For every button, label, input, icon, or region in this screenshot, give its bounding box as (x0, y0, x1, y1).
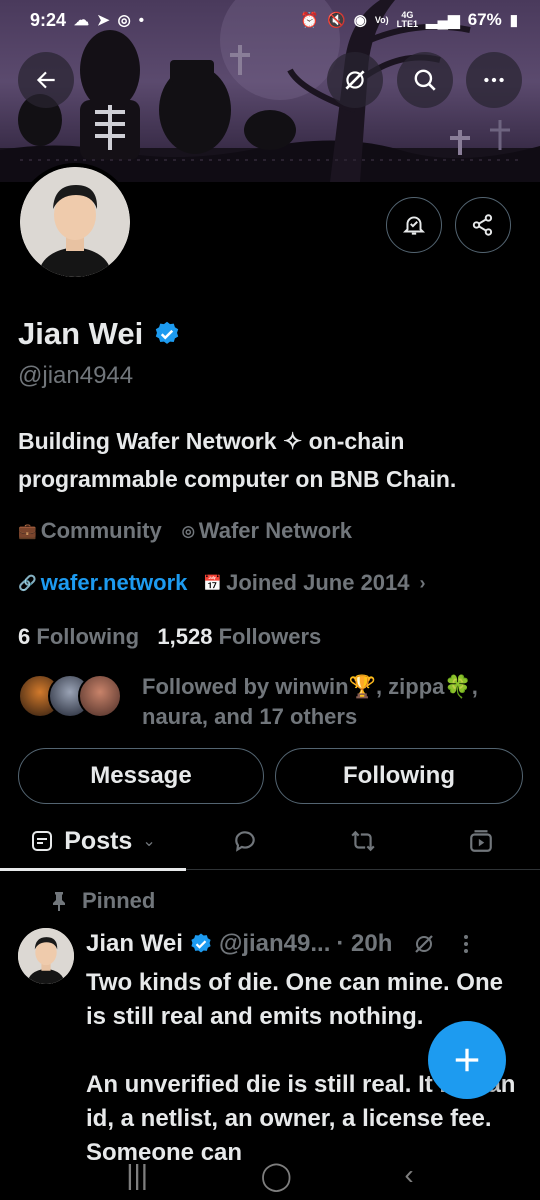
compose-post-button[interactable] (428, 1021, 506, 1099)
hotspot-icon: ◉ (353, 12, 367, 29)
profile-category: Community (40, 518, 162, 543)
back-button[interactable] (18, 52, 74, 108)
post-author-avatar[interactable] (18, 928, 74, 984)
network-sim: LTE1 (396, 19, 418, 29)
pinned-label: Pinned (82, 888, 156, 913)
more-button[interactable] (466, 52, 522, 108)
pinned-indicator: Pinned (50, 888, 155, 914)
profile-meta-row-1: 💼 Community ◎ Wafer Network (18, 518, 352, 544)
mute-icon: 🔇 (327, 12, 346, 29)
messenger-icon: ◎ (117, 12, 131, 29)
grok-button[interactable] (327, 52, 383, 108)
share-icon (472, 214, 493, 236)
system-nav-bar: ||| ◯ ‹ (0, 1150, 540, 1200)
calendar-icon: 📅 (203, 575, 223, 592)
profile-name-row: Jian Wei (18, 316, 181, 352)
search-icon (414, 69, 436, 91)
battery-level: 67% (467, 10, 502, 29)
cloud-icon: ☁ (74, 12, 90, 29)
message-button[interactable]: Message (18, 748, 264, 804)
signal-icon: ▂▄▆ (426, 12, 460, 29)
more-icon (484, 77, 504, 83)
following-count: 6 (18, 624, 31, 649)
tab-reposts[interactable] (318, 812, 408, 870)
repost-icon (351, 830, 375, 852)
verified-badge-icon (191, 933, 211, 953)
recent-apps-icon[interactable]: ||| (126, 1159, 148, 1191)
followed-by-avatars[interactable] (18, 674, 122, 718)
post-author-handle: @jian49... (218, 930, 331, 957)
profile-bio: Building Wafer Network ✧ on-chain progra… (18, 428, 457, 492)
profile-avatar[interactable] (16, 163, 134, 281)
profile-name: Jian Wei (18, 316, 144, 351)
alarm-icon: ⏰ (300, 12, 320, 29)
post-author-name[interactable]: Jian Wei (86, 930, 183, 958)
following-count-label: Following (36, 624, 140, 649)
tab-posts-label: Posts (64, 826, 133, 855)
profile-location: Wafer Network (198, 518, 352, 543)
plus-icon (455, 1048, 479, 1072)
following-button[interactable]: Following (275, 748, 523, 804)
follow-counts: 6 Following 1,528 Followers (18, 624, 321, 650)
profile-website[interactable]: wafer.network (41, 570, 188, 596)
post-time: · 20h (336, 930, 393, 957)
followed-by-text[interactable]: Followed by winwin🏆, zippa🍀, naura, and … (142, 672, 532, 732)
reply-icon (235, 831, 255, 852)
post-more-icon[interactable] (456, 932, 476, 956)
chevron-right-icon[interactable]: › (420, 573, 426, 594)
followers-link[interactable]: 1,528 Followers (157, 624, 321, 649)
battery-icon: ▮ (509, 12, 518, 29)
dot-icon: • (138, 11, 144, 29)
tab-posts[interactable]: Posts ⌄ (0, 812, 186, 871)
status-bar: 9:24 ☁ ➤ ◎ • ⏰ 🔇 ◉ Vo) 4G LTE1 ▂▄▆ 67% ▮ (0, 0, 540, 40)
briefcase-icon: 💼 (18, 523, 37, 540)
post-header: Jian Wei @jian49... · 20h (86, 930, 476, 958)
followers-count-label: Followers (218, 624, 322, 649)
profile-handle: @jian4944 (18, 362, 134, 389)
tab-replies[interactable] (200, 812, 290, 870)
active-tab-indicator (0, 868, 186, 871)
following-link[interactable]: 6 Following (18, 624, 139, 649)
location-icon: ◎ (181, 523, 195, 540)
chevron-down-icon: ⌄ (142, 833, 156, 850)
clock: 9:24 (30, 9, 67, 30)
followers-count: 1,528 (157, 624, 213, 649)
share-button[interactable] (455, 197, 511, 253)
nav-back-icon[interactable]: ‹ (404, 1159, 413, 1191)
profile-meta-row-2: 🔗 wafer.network 📅 Joined June 2014 › (18, 570, 426, 596)
network-indicator: 4G LTE1 (397, 11, 418, 29)
bell-check-icon (402, 216, 426, 235)
volte-indicator: Vo) (374, 14, 389, 25)
search-button[interactable] (397, 52, 453, 108)
verified-badge-icon[interactable] (153, 320, 181, 348)
home-icon[interactable]: ◯ (261, 1159, 292, 1192)
media-icon (470, 830, 492, 852)
posts-icon (32, 831, 53, 851)
notifications-button[interactable] (386, 197, 442, 253)
grok-icon[interactable] (412, 932, 436, 956)
grok-icon (345, 70, 365, 90)
profile-tabs: Posts ⌄ (0, 812, 540, 871)
avatar (78, 674, 122, 718)
profile-joined: Joined June 2014 (226, 570, 410, 595)
back-arrow-icon (36, 71, 55, 89)
pin-icon (53, 892, 65, 911)
link-icon: 🔗 (18, 575, 37, 592)
tab-media[interactable] (436, 812, 526, 870)
telegram-icon: ➤ (97, 12, 110, 29)
